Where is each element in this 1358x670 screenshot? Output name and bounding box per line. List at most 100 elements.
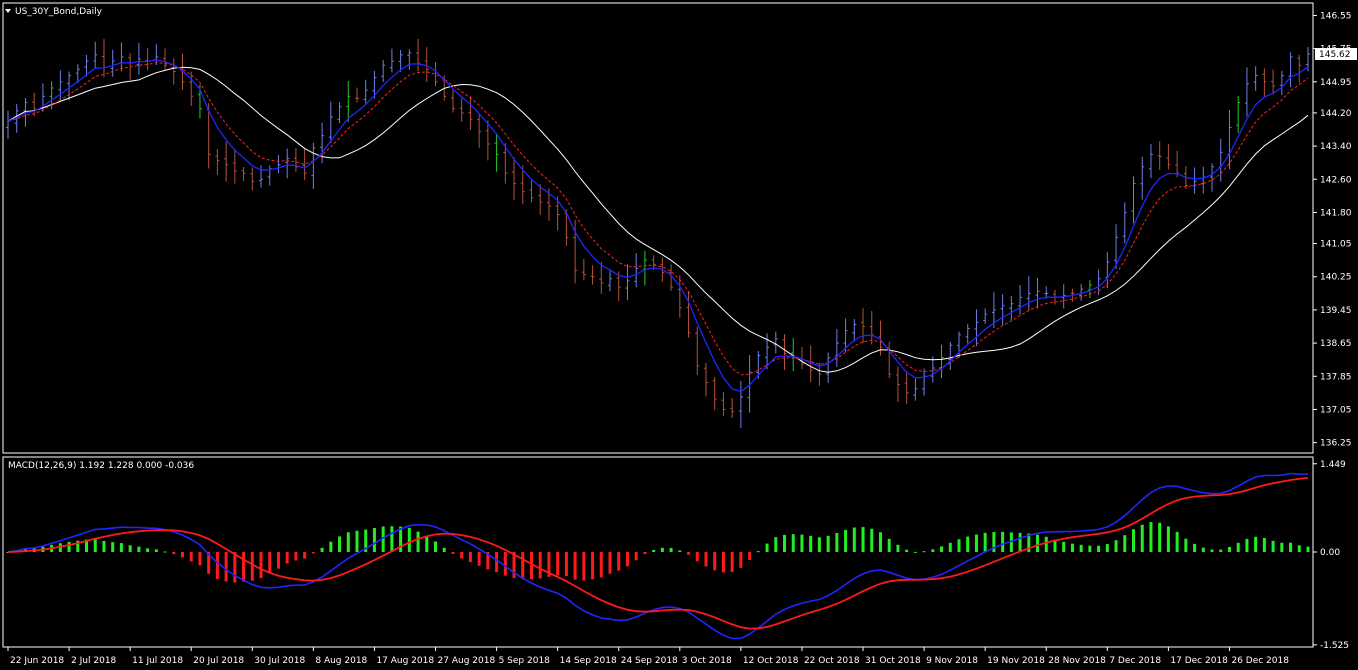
price-axis-label: 144.20 [1320,109,1352,119]
price-axis-label: 137.05 [1320,405,1352,415]
chart-title: US_30Y_Bond,Daily [15,7,103,17]
macd-histogram-bar [311,552,315,554]
time-axis-label: 11 Jul 2018 [132,656,183,666]
macd-histogram-bar [730,552,734,573]
price-axis-label: 142.60 [1320,175,1352,185]
macd-histogram-bar [643,552,647,555]
macd-histogram-bar [224,552,228,582]
macd-histogram-bar [1097,545,1101,552]
macd-histogram-bar [1062,541,1066,552]
macd-histogram-bar [739,552,743,568]
macd-histogram-bar [137,546,141,552]
macd-histogram-bar [835,533,839,552]
macd-histogram-bar [276,552,280,569]
macd-histogram-bar [1306,546,1310,552]
macd-histogram-bar [495,552,499,573]
time-axis-label: 12 Oct 2018 [743,656,799,666]
price-axis-label: 138.65 [1320,339,1352,349]
macd-histogram-bar [783,534,787,552]
macd-histogram-bar [172,552,176,555]
macd-histogram-bar [434,541,438,552]
current-price-label: 145.62 [1319,50,1351,60]
time-axis-label: 30 Jul 2018 [254,656,305,666]
time-axis-label: 28 Nov 2018 [1048,656,1106,666]
macd-histogram-bar [1201,547,1205,552]
macd-histogram-bar [1175,531,1179,552]
macd-histogram-bar [1036,534,1040,552]
macd-histogram-bar [1149,522,1153,552]
macd-histogram-bar [102,540,106,552]
macd-histogram-bar [1262,537,1266,552]
macd-histogram-bar [905,549,909,552]
macd-histogram-bar [861,527,865,552]
time-axis-label: 24 Sep 2018 [621,656,678,666]
macd-histogram-bar [1140,524,1144,552]
trading-chart[interactable]: 146.55145.75144.95144.20143.40142.60141.… [0,0,1358,670]
macd-histogram-bar [896,544,900,552]
macd-histogram-bar [1219,549,1223,552]
macd-histogram-bar [608,552,612,574]
macd-histogram-bar [556,552,560,576]
macd-histogram-bar [564,552,568,577]
time-axis-label: 19 Nov 2018 [987,656,1045,666]
macd-histogram-bar [119,543,123,552]
macd-axis-label: 1.449 [1320,460,1346,470]
macd-histogram-bar [765,543,769,552]
macd-histogram-bar [634,552,638,561]
macd-histogram-bar [1001,531,1005,552]
macd-histogram-bar [1114,540,1118,552]
price-axis-label: 146.55 [1320,11,1352,21]
time-axis-label: 27 Aug 2018 [438,656,496,666]
macd-histogram-bar [460,552,464,559]
price-axis-label: 141.05 [1320,240,1352,250]
macd-histogram-bar [503,552,507,576]
macd-histogram-bar [625,552,629,567]
time-axis-label: 22 Jun 2018 [10,656,64,666]
macd-histogram-bar [163,551,167,553]
macd-histogram-bar [346,532,350,552]
macd-histogram-bar [704,552,708,567]
macd-histogram-bar [748,552,752,560]
macd-histogram-bar [1297,545,1301,552]
macd-histogram-bar [1227,546,1231,552]
macd-histogram-bar [425,535,429,552]
macd-histogram-bar [1123,535,1127,552]
time-axis-label: 31 Oct 2018 [865,656,921,666]
macd-histogram-bar [599,552,603,578]
price-axis-label: 139.45 [1320,306,1352,316]
macd-histogram-bar [1280,542,1284,552]
macd-histogram-bar [242,552,246,582]
macd-histogram-bar [338,536,342,552]
macd-histogram-bar [268,552,272,574]
macd-histogram-bar [198,552,202,566]
macd-histogram-bar [1166,526,1170,552]
macd-histogram-bar [355,530,359,552]
macd-histogram-bar [617,552,621,571]
macd-histogram-bar [1193,543,1197,552]
macd-histogram-bar [154,549,158,552]
macd-histogram-bar [826,535,830,552]
time-axis-label: 17 Aug 2018 [376,656,434,666]
macd-histogram-bar [852,527,856,552]
macd-histogram-bar [791,534,795,552]
macd-histogram-bar [756,551,760,553]
macd-histogram-bar [93,538,97,552]
macd-histogram-bar [189,552,193,562]
macd-histogram-bar [1158,522,1162,552]
macd-histogram-bar [146,548,150,552]
time-axis-label: 17 Dec 2018 [1170,656,1228,666]
price-axis-label: 141.80 [1320,208,1352,218]
macd-histogram-bar [713,552,717,571]
macd-histogram-bar [1271,540,1275,552]
time-axis-label: 26 Dec 2018 [1231,656,1289,666]
macd-histogram-bar [870,528,874,552]
chart-background [0,0,1358,670]
price-axis-label: 136.25 [1320,439,1352,449]
macd-histogram-bar [660,547,664,552]
macd-histogram-bar [233,552,237,583]
macd-histogram-bar [678,550,682,552]
macd-histogram-bar [128,545,132,552]
macd-histogram-bar [285,552,289,564]
macd-histogram-bar [591,552,595,580]
price-axis-label: 143.40 [1320,142,1352,152]
